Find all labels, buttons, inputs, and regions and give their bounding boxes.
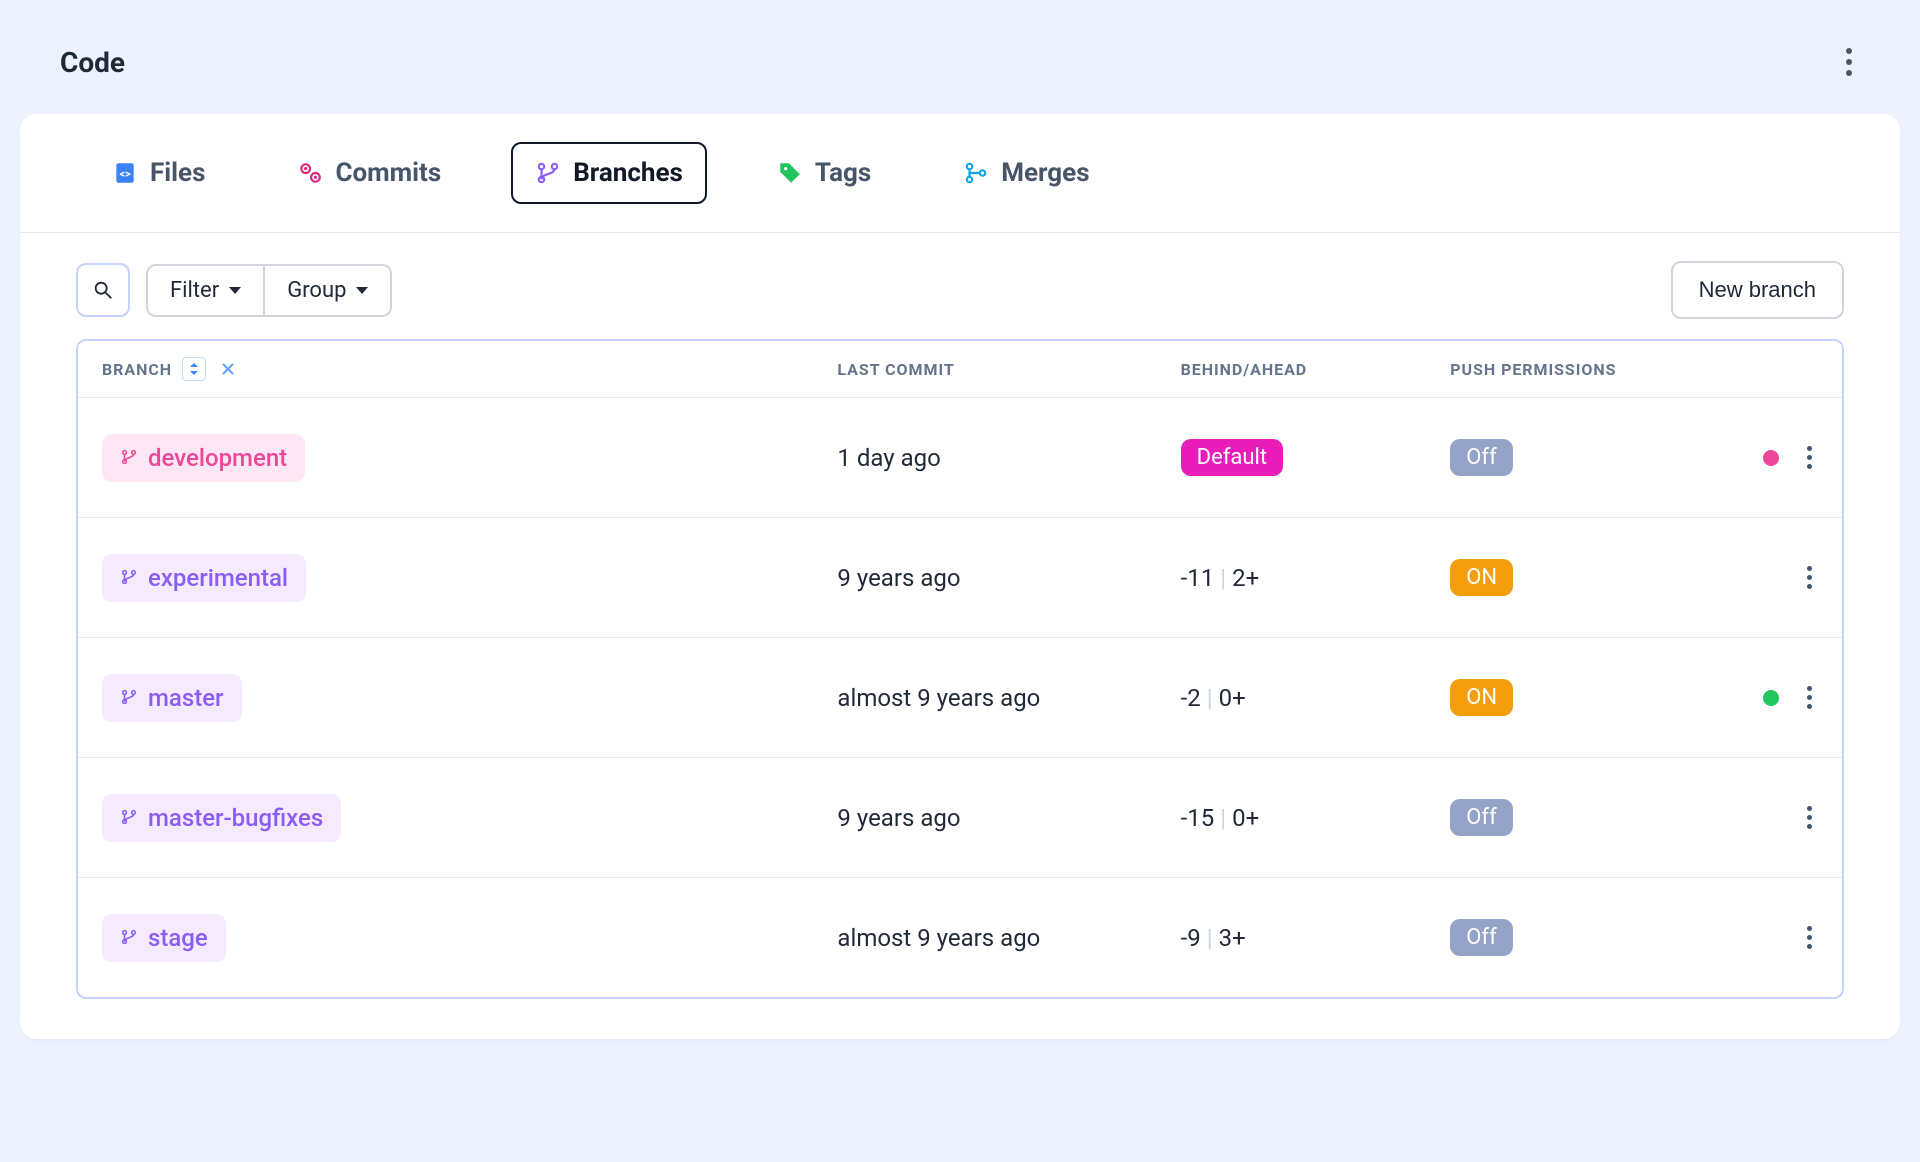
branch-name: master-bugfixes bbox=[148, 804, 323, 832]
tab-tags[interactable]: Tags bbox=[755, 144, 893, 202]
group-label: Group bbox=[287, 278, 346, 303]
column-header-behind-ahead[interactable]: BEHIND/AHEAD bbox=[1181, 360, 1451, 379]
branch-pill[interactable]: experimental bbox=[102, 554, 306, 602]
permission-badge[interactable]: Off bbox=[1450, 799, 1512, 836]
branch-name: stage bbox=[148, 924, 208, 952]
sort-icon bbox=[189, 363, 199, 375]
table-row: master-bugfixes9 years ago-15|0+Off bbox=[78, 757, 1842, 877]
tab-files[interactable]: <> Files bbox=[90, 144, 227, 202]
behind-count: -15 bbox=[1181, 804, 1215, 832]
tab-commits[interactable]: Commits bbox=[275, 144, 463, 202]
branches-table: BRANCH LAST COMMIT BEHIND/AHEAD PUSH PER… bbox=[76, 339, 1844, 999]
permission-badge[interactable]: Off bbox=[1450, 919, 1512, 956]
filter-button[interactable]: Filter bbox=[148, 266, 263, 315]
behind-count: -2 bbox=[1181, 684, 1201, 712]
permission-badge[interactable]: ON bbox=[1450, 679, 1513, 716]
row-menu-button[interactable] bbox=[1801, 800, 1818, 835]
ahead-count: 0+ bbox=[1219, 684, 1246, 712]
search-icon bbox=[92, 279, 114, 301]
branch-pill[interactable]: master-bugfixes bbox=[102, 794, 341, 842]
branch-icon bbox=[120, 804, 138, 832]
behind-ahead: -15|0+ bbox=[1181, 804, 1451, 832]
file-icon: <> bbox=[112, 160, 138, 186]
table-row: experimental9 years ago-11|2+ON bbox=[78, 517, 1842, 637]
branch-icon bbox=[120, 684, 138, 712]
behind-ahead: -2|0+ bbox=[1181, 684, 1451, 712]
branch-icon bbox=[120, 444, 138, 472]
branch-icon bbox=[120, 924, 138, 952]
ahead-count: 0+ bbox=[1232, 804, 1259, 832]
column-header-last-commit[interactable]: LAST COMMIT bbox=[837, 360, 1180, 379]
branches-card: <> Files Commits Branches Tags bbox=[20, 114, 1900, 1039]
branch-pill[interactable]: master bbox=[102, 674, 242, 722]
new-branch-button[interactable]: New branch bbox=[1671, 261, 1844, 319]
page-title: Code bbox=[60, 46, 125, 79]
separator: | bbox=[1207, 924, 1213, 952]
branch-pill[interactable]: development bbox=[102, 434, 305, 482]
last-commit: almost 9 years ago bbox=[837, 924, 1180, 952]
last-commit: 1 day ago bbox=[837, 444, 1180, 472]
branches-icon bbox=[535, 160, 561, 186]
branch-pill[interactable]: stage bbox=[102, 914, 226, 962]
tab-label: Commits bbox=[335, 158, 441, 188]
toolbar: Filter Group New branch bbox=[20, 233, 1900, 339]
row-menu-button[interactable] bbox=[1801, 680, 1818, 715]
table-row: stagealmost 9 years ago-9|3+Off bbox=[78, 877, 1842, 997]
branch-name: master bbox=[148, 684, 224, 712]
close-icon bbox=[221, 362, 235, 376]
svg-text:<>: <> bbox=[119, 167, 131, 180]
row-menu-button[interactable] bbox=[1801, 920, 1818, 955]
ahead-count: 2+ bbox=[1232, 564, 1259, 592]
behind-count: -11 bbox=[1181, 564, 1215, 592]
tab-label: Branches bbox=[573, 158, 683, 188]
tab-branches[interactable]: Branches bbox=[511, 142, 707, 204]
last-commit: 9 years ago bbox=[837, 564, 1180, 592]
code-tabs: <> Files Commits Branches Tags bbox=[20, 114, 1900, 233]
column-header-push-permissions[interactable]: PUSH PERMISSIONS bbox=[1450, 360, 1720, 379]
table-row: masteralmost 9 years ago-2|0+ON bbox=[78, 637, 1842, 757]
sort-toggle[interactable] bbox=[182, 357, 206, 381]
permission-badge[interactable]: Off bbox=[1450, 439, 1512, 476]
branch-name: development bbox=[148, 444, 287, 472]
chevron-down-icon bbox=[356, 287, 368, 294]
branch-icon bbox=[120, 564, 138, 592]
clear-sort-button[interactable] bbox=[216, 357, 240, 381]
behind-count: -9 bbox=[1181, 924, 1201, 952]
separator: | bbox=[1220, 804, 1226, 832]
default-badge: Default bbox=[1181, 439, 1283, 476]
tab-label: Files bbox=[150, 158, 205, 188]
group-button[interactable]: Group bbox=[263, 266, 390, 315]
tab-label: Tags bbox=[815, 158, 871, 188]
last-commit: almost 9 years ago bbox=[837, 684, 1180, 712]
behind-ahead: -9|3+ bbox=[1181, 924, 1451, 952]
status-dot bbox=[1763, 450, 1779, 466]
separator: | bbox=[1220, 564, 1226, 592]
permission-badge[interactable]: ON bbox=[1450, 559, 1513, 596]
commits-icon bbox=[297, 160, 323, 186]
tab-merges[interactable]: Merges bbox=[941, 144, 1111, 202]
ahead-count: 3+ bbox=[1219, 924, 1246, 952]
chevron-down-icon bbox=[229, 287, 241, 294]
last-commit: 9 years ago bbox=[837, 804, 1180, 832]
separator: | bbox=[1207, 684, 1213, 712]
search-button[interactable] bbox=[76, 263, 130, 317]
filter-label: Filter bbox=[170, 278, 219, 303]
merges-icon bbox=[963, 160, 989, 186]
row-menu-button[interactable] bbox=[1801, 560, 1818, 595]
table-row: development 1 day agoDefault Off bbox=[78, 397, 1842, 517]
status-dot bbox=[1763, 690, 1779, 706]
branch-name: experimental bbox=[148, 564, 288, 592]
tags-icon bbox=[777, 160, 803, 186]
tab-label: Merges bbox=[1001, 158, 1089, 188]
page-menu-button[interactable] bbox=[1838, 40, 1860, 84]
behind-ahead: -11|2+ bbox=[1181, 564, 1451, 592]
column-header-branch[interactable]: BRANCH bbox=[102, 360, 172, 379]
row-menu-button[interactable] bbox=[1801, 440, 1818, 475]
